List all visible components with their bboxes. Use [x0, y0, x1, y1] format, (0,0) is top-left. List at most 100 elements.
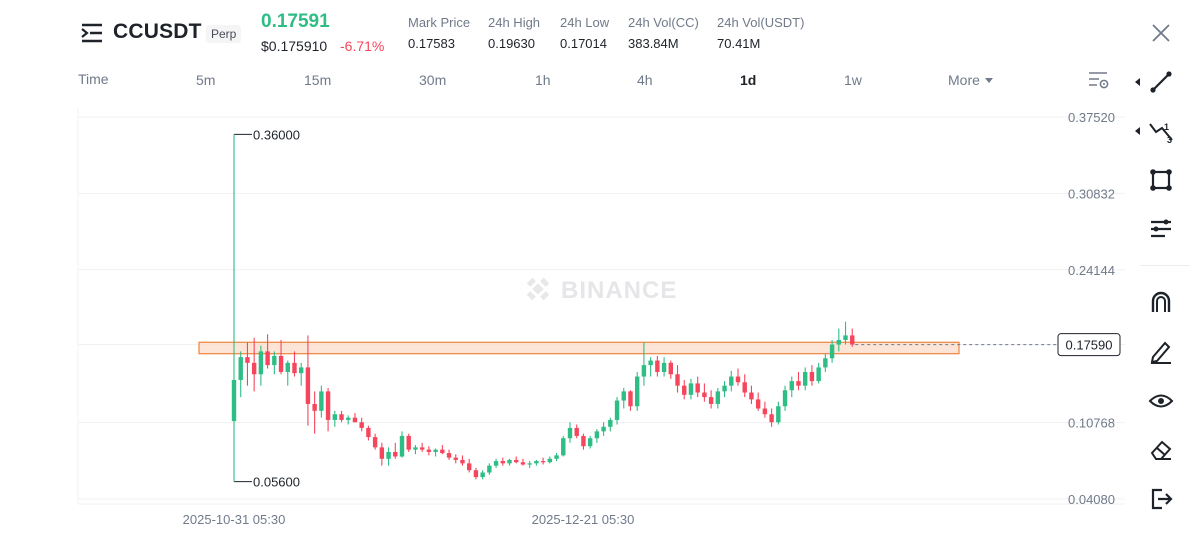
candle	[413, 445, 418, 455]
candle	[406, 433, 411, 452]
candle-body	[520, 462, 526, 465]
stat-24h-high: 24h High 0.19630	[488, 15, 540, 51]
stat-24h-low: 24h Low 0.17014	[560, 15, 609, 51]
interval-1w[interactable]: 1w	[844, 72, 862, 88]
time-tick-label: 2025-10-31 05:30	[183, 512, 286, 527]
candle	[493, 458, 499, 468]
price-tick-label: 0.04080	[1068, 492, 1115, 507]
candle-body	[688, 383, 694, 395]
symbol-title[interactable]: CCUSDT	[113, 20, 202, 44]
candle	[440, 445, 445, 455]
candle	[688, 378, 694, 400]
candle	[581, 433, 586, 450]
candle-body	[742, 382, 747, 393]
candle	[561, 435, 566, 457]
chevron-down-icon	[984, 78, 993, 83]
candle-body	[339, 414, 344, 420]
expand-arrow-icon[interactable]	[1135, 127, 1140, 135]
change-percent: -6.71%	[340, 38, 385, 54]
candle-body	[554, 455, 559, 459]
candle	[729, 370, 734, 392]
magnet-icon[interactable]	[1148, 289, 1174, 315]
candle-body	[453, 457, 458, 460]
candle	[460, 455, 465, 466]
close-icon[interactable]	[1150, 22, 1172, 44]
stat-label: 24h High	[488, 15, 541, 30]
interval-30m[interactable]: 30m	[419, 72, 446, 88]
candle-body	[305, 367, 311, 404]
candle	[567, 422, 573, 443]
candle	[514, 456, 519, 464]
candle	[796, 371, 801, 391]
pencil-icon[interactable]	[1148, 338, 1174, 364]
fib-icon[interactable]: 1 3	[1148, 118, 1174, 144]
candle-body	[755, 399, 761, 409]
interval-bar: Time 5m 15m 30m 1h 4h 1d 1w More	[0, 66, 1125, 96]
exit-icon[interactable]	[1148, 486, 1174, 512]
candle-body	[581, 435, 586, 447]
rectangle-icon[interactable]	[1148, 167, 1174, 193]
candle	[702, 383, 707, 402]
time-tick-label: 2025-12-21 05:30	[532, 512, 635, 527]
time-label[interactable]: Time	[78, 71, 109, 87]
candle	[393, 442, 398, 459]
drawing-toolbar: 1 3	[1130, 60, 1200, 553]
expand-arrow-icon[interactable]	[1135, 78, 1140, 86]
interval-1h[interactable]: 1h	[535, 72, 551, 88]
candle-body	[749, 392, 754, 400]
chart-settings-icon[interactable]	[1088, 70, 1110, 90]
candle	[312, 391, 317, 434]
stat-label: 24h Low	[560, 15, 610, 30]
candle	[487, 463, 492, 475]
candle-body	[782, 390, 788, 407]
interval-4h[interactable]: 4h	[637, 72, 653, 88]
candlestick-chart[interactable]: BINANCE 0.36000 0.05600 0.37520 0.30832 0.2…	[0, 96, 1130, 536]
candle-body	[587, 438, 593, 447]
more-intervals-button[interactable]: More	[948, 72, 993, 88]
interval-5m[interactable]: 5m	[196, 72, 215, 88]
header: CCUSDT Perp 0.17591 $0.175910 -6.71% Mar…	[0, 0, 1200, 62]
candle	[520, 458, 526, 466]
menu-icon[interactable]	[80, 22, 104, 44]
price-chart[interactable]: BINANCE 0.36000 0.05600 0.37520 0.30832 0.2…	[0, 96, 1130, 536]
candle	[359, 417, 364, 432]
candle-body	[769, 414, 774, 423]
trend-line-icon[interactable]	[1148, 69, 1174, 95]
eraser-icon[interactable]	[1148, 437, 1174, 463]
stat-value: 0.17583	[408, 36, 455, 51]
interval-15m[interactable]: 15m	[304, 72, 331, 88]
candle	[850, 328, 855, 347]
candle-body	[386, 451, 391, 459]
candle-body	[655, 360, 660, 372]
candle	[675, 365, 680, 393]
interval-1d[interactable]: 1d	[740, 72, 756, 88]
candle-body	[460, 459, 465, 464]
candle	[621, 387, 626, 409]
candle	[655, 355, 660, 377]
candle	[742, 374, 747, 398]
price-tick-label: 0.37520	[1068, 110, 1115, 125]
candle-body	[776, 406, 781, 423]
candle	[231, 134, 237, 482]
candle-body	[480, 472, 485, 478]
watermark-text: BINANCE	[561, 277, 677, 304]
eye-icon[interactable]	[1148, 388, 1174, 414]
candle-body	[635, 376, 640, 407]
parallel-lines-icon[interactable]	[1148, 216, 1174, 242]
candle-body	[722, 385, 727, 392]
candle-body	[278, 355, 284, 372]
candle	[299, 362, 304, 386]
candle-body	[393, 451, 398, 457]
candle-body	[608, 419, 613, 427]
candle	[601, 422, 606, 436]
candle	[426, 446, 432, 456]
candle-body	[500, 461, 505, 464]
candle	[346, 415, 351, 425]
candle-body	[507, 459, 512, 464]
svg-text:1: 1	[1164, 122, 1169, 132]
candle-body	[366, 427, 371, 438]
candle	[292, 351, 297, 377]
candle	[769, 408, 774, 427]
last-price: 0.17591	[261, 11, 330, 32]
candle-body	[440, 449, 445, 454]
